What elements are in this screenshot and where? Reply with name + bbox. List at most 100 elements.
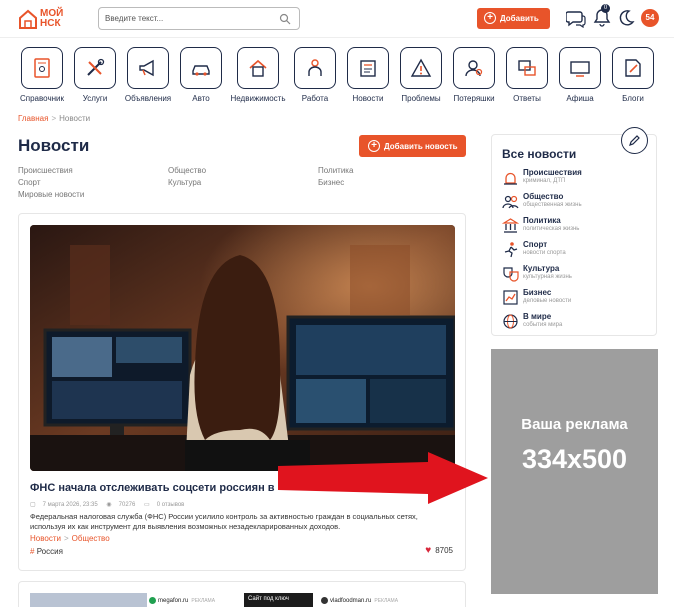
sidebar-item-title: В мире bbox=[523, 312, 552, 321]
night-mode-icon[interactable] bbox=[616, 8, 636, 28]
subcategory-link[interactable]: Мировые новости bbox=[18, 190, 84, 199]
sidebar-item-subtitle: события мира bbox=[523, 322, 563, 328]
sidebar-all-news: Все новости Происшествия криминал, ДТП О… bbox=[491, 134, 657, 336]
sidebar-item-subtitle: политическая жизнь bbox=[523, 226, 580, 232]
article-category-link[interactable]: Новости bbox=[30, 534, 61, 543]
siren-icon bbox=[504, 172, 517, 185]
house-icon bbox=[249, 59, 267, 77]
ad-source[interactable]: megafon.ru РЕКЛАМА bbox=[149, 597, 215, 604]
subcategory-link[interactable]: Происшествия bbox=[18, 166, 73, 175]
calendar-icon: ▢ bbox=[30, 502, 36, 508]
newspaper-icon bbox=[360, 60, 376, 77]
ad-banner-dark[interactable]: Сайт под ключ bbox=[244, 593, 313, 607]
running-icon bbox=[504, 242, 518, 258]
sidebar-item-title: Культура bbox=[523, 264, 560, 273]
subcategory-link[interactable]: Культура bbox=[168, 178, 201, 187]
notification-badge: 0 bbox=[601, 4, 610, 13]
plus-icon: + bbox=[484, 12, 496, 24]
article-categories: Новости > Общество bbox=[30, 534, 110, 543]
search-icon[interactable] bbox=[279, 13, 291, 25]
article-comments[interactable]: 0 отзывов bbox=[157, 502, 185, 508]
qa-icon bbox=[518, 60, 536, 76]
logo-house-icon bbox=[19, 9, 37, 29]
article-excerpt: Федеральная налоговая служба (ФНС) Росси… bbox=[30, 512, 418, 531]
ad-banner-line2: 334x500 bbox=[521, 444, 628, 474]
add-news-button[interactable]: + Добавить новость bbox=[359, 135, 466, 157]
subcategory-link[interactable]: Спорт bbox=[18, 178, 41, 187]
weather-badge[interactable]: 54 bbox=[641, 9, 659, 27]
category-nav: Справочник Услуги Объявления Авто Недвиж… bbox=[0, 45, 674, 105]
article-category-link[interactable]: Общество bbox=[72, 534, 110, 543]
chat-icon[interactable] bbox=[566, 8, 586, 28]
vladfoodman-icon bbox=[321, 597, 328, 604]
add-news-label: Добавить новость bbox=[384, 142, 458, 151]
article-image[interactable] bbox=[30, 225, 455, 471]
article-title[interactable]: ФНС начала отслеживать соцсети россиян в bbox=[30, 482, 275, 494]
worker-icon bbox=[308, 59, 322, 76]
article-date: 7 марта 2026, 23:35 bbox=[42, 502, 98, 508]
megafon-icon bbox=[149, 597, 156, 604]
plus-icon: + bbox=[368, 140, 380, 152]
article-photo-drawing bbox=[30, 225, 455, 471]
ads-strip-card: megafon.ru РЕКЛАМА Сайт под ключ vladfood… bbox=[18, 581, 466, 607]
search-input[interactable] bbox=[105, 11, 277, 26]
article-meta: ▢ 7 марта 2026, 23:35 ◉ 70276 ▭ 0 отзывов bbox=[30, 501, 191, 508]
sidebar-item-business[interactable]: Бизнес деловые новости bbox=[502, 287, 652, 309]
sidebar-item-title: Происшествия bbox=[523, 168, 582, 177]
like-button[interactable]: ♥ 8705 bbox=[425, 545, 453, 556]
tools-icon bbox=[87, 58, 105, 76]
sidebar-item-subtitle: криминал, ДТП bbox=[523, 178, 566, 184]
car-icon bbox=[192, 65, 210, 76]
megaphone-icon bbox=[139, 59, 154, 77]
blog-icon bbox=[625, 59, 641, 77]
site-logo[interactable]: МОЙ НСК bbox=[18, 6, 70, 34]
article-views: 70276 bbox=[118, 502, 136, 508]
article-tag[interactable]: # Россия bbox=[30, 547, 63, 556]
hash-icon: # bbox=[30, 547, 35, 556]
subcategory-link[interactable]: Политика bbox=[318, 166, 353, 175]
page-title: Новости bbox=[18, 136, 90, 155]
comment-icon: ▭ bbox=[144, 502, 150, 508]
globe-icon bbox=[503, 314, 518, 329]
ad-source[interactable]: vladfoodman.ru РЕКЛАМА bbox=[321, 597, 398, 604]
sidebar-item-politics[interactable]: Политика политическая жизнь bbox=[502, 215, 652, 237]
breadcrumb-separator: > bbox=[51, 114, 57, 123]
ad-thumbnail[interactable] bbox=[30, 593, 147, 607]
sidebar-item-sport[interactable]: Спорт новости спорта bbox=[502, 239, 652, 261]
sidebar-item-title: Политика bbox=[523, 216, 561, 225]
sidebar-item-title: Спорт bbox=[523, 240, 548, 249]
sidebar-item-society[interactable]: Общество общественная жизнь bbox=[502, 191, 652, 213]
add-button[interactable]: + Добавить bbox=[477, 8, 550, 29]
government-icon bbox=[502, 218, 519, 233]
sidebar-item-subtitle: деловые новости bbox=[523, 298, 572, 304]
breadcrumb: Главная > Новости bbox=[18, 114, 90, 123]
ad-banner[interactable]: Ваша реклама 334x500 bbox=[491, 349, 658, 594]
sidebar-item-world[interactable]: В мире события мира bbox=[502, 311, 652, 333]
sidebar-item-title: Общество bbox=[523, 192, 564, 201]
breadcrumb-home[interactable]: Главная bbox=[18, 114, 48, 123]
tv-icon bbox=[570, 61, 590, 77]
logo-line2: НСК bbox=[40, 18, 61, 29]
sidebar-item-subtitle: новости спорта bbox=[523, 250, 566, 256]
sidebar-item-culture[interactable]: Культура культурная жизнь bbox=[502, 263, 652, 285]
sidebar-item-subtitle: общественная жизнь bbox=[523, 202, 582, 208]
book-icon bbox=[34, 58, 50, 78]
nav-label: Блоги bbox=[622, 94, 644, 103]
like-count: 8705 bbox=[435, 546, 453, 555]
red-arrow-icon bbox=[278, 452, 488, 504]
edit-feed-button[interactable] bbox=[621, 127, 648, 154]
theater-icon bbox=[503, 267, 519, 282]
sidebar-title: Все новости bbox=[502, 147, 577, 161]
subcategory-link[interactable]: Бизнес bbox=[318, 178, 344, 187]
person-search-icon bbox=[465, 60, 483, 77]
sidebar-item-incidents[interactable]: Происшествия криминал, ДТП bbox=[502, 167, 652, 189]
people-icon bbox=[502, 195, 519, 209]
article-card[interactable]: ФНС начала отслеживать соцсети россиян в… bbox=[18, 213, 466, 571]
sidebar-item-subtitle: культурная жизнь bbox=[523, 274, 572, 280]
article-tag-label: Россия bbox=[36, 547, 63, 556]
eye-icon: ◉ bbox=[106, 502, 112, 508]
subcategory-link[interactable]: Общество bbox=[168, 166, 206, 175]
header: МОЙ НСК + Добавить 0 54 bbox=[0, 0, 674, 38]
warning-icon bbox=[410, 58, 432, 77]
heart-icon: ♥ bbox=[425, 545, 432, 556]
